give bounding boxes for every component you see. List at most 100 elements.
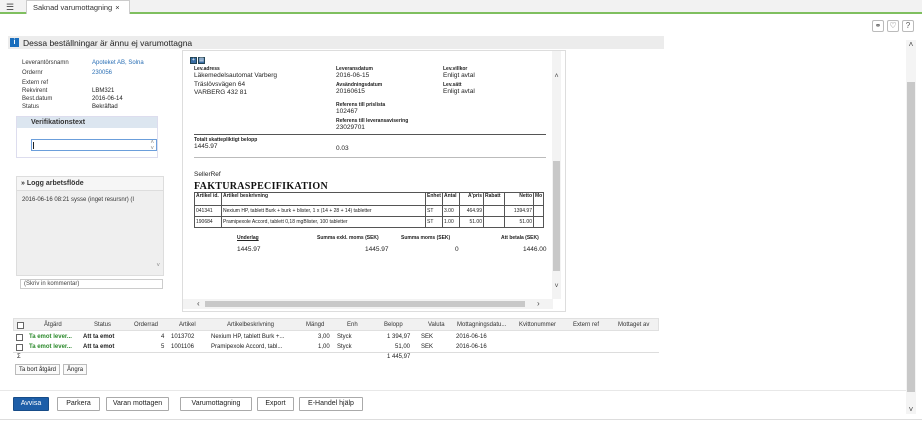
top-tab-bar [0,0,922,14]
description-cell: Pramipexole Accord, tabl... [211,344,283,350]
heart-icon[interactable]: ♡ [887,20,899,32]
cell [532,205,545,217]
grid-actions: Ta bort åtgärd Ångra [15,364,88,375]
menu-icon[interactable]: ☰ [6,2,18,12]
col-header[interactable]: Mottaget av [618,322,649,328]
goods-received-button[interactable]: Varan mottagen [106,397,169,411]
divider [194,134,546,135]
undo-button[interactable]: Ångra [63,364,88,375]
field-label: Leverantörsnamn [22,60,69,66]
description-cell: Nexium HP, tablett Burk +... [211,334,285,340]
scroll-right-icon[interactable]: › [537,299,540,308]
action-link[interactable]: Ta emot lever... [29,344,72,350]
row-checkbox[interactable] [16,334,23,341]
orderrad-cell: 5 [161,344,165,350]
orderrad-cell: 4 [161,334,165,340]
goods-receipt-button[interactable]: Varumottagning [180,397,252,411]
artikel-cell: 1013702 [171,334,195,340]
select-all-checkbox[interactable] [17,322,24,329]
remove-action-button[interactable]: Ta bort åtgärd [15,364,61,375]
address-line: Träslövsvägen 64 [194,81,246,88]
sellerref: SellerRef [194,171,221,178]
cell: 51.00 [504,216,534,228]
scroll-up-icon[interactable]: ˄ [906,40,916,49]
ref-prislista-value: 102467 [336,108,358,115]
workflow-log-title[interactable]: » Logg arbetsflöde [17,177,163,191]
verification-section: Verifikationstext ˄ ˅ [16,116,158,158]
col-header[interactable]: Valuta [428,322,445,328]
row-checkbox[interactable] [16,344,23,351]
quantity-cell: 1,00 [318,344,330,350]
action-link[interactable]: Ta emot lever... [29,334,72,340]
spinner-icon[interactable]: ˄ ˅ [150,140,154,152]
col-header[interactable]: Enh [347,322,358,328]
verification-input[interactable]: ˄ ˅ [31,139,157,152]
status-value: Bekräftad [92,104,118,110]
comment-input[interactable]: (Skriv in kommentar) [20,279,163,289]
col-header[interactable]: Extern ref [573,322,599,328]
supplier-link[interactable]: Apoteket AB, Solna [92,60,144,66]
sum-icon: Σ [17,354,21,360]
field-label: Ordernr [22,70,43,76]
order-number-link[interactable]: 230056 [92,70,112,76]
scrollbar-thumb[interactable] [553,161,560,271]
scroll-up-icon[interactable]: ˄ [552,73,561,80]
export-button[interactable]: Export [257,397,294,411]
col-header: Rabatt [483,192,505,206]
status-cell: Att ta emot [83,334,115,340]
ehandel-help-button[interactable]: E-Handel hjälp [299,397,363,411]
col-header[interactable]: Mottagningsdatu... [457,322,506,328]
info-icon: i [10,38,19,47]
summary-value: 1445.97 [365,246,389,253]
field-label: Status [22,104,40,110]
notice-text: Dessa beställningar är ännu ej varumotta… [23,37,193,48]
tab-saknad-varumottagning[interactable]: Saknad varumottagning × [26,0,130,14]
levsatt-value: Enligt avtal [443,88,475,95]
link-icon[interactable]: ⚭ [872,20,884,32]
cell: 190684 [194,216,222,228]
col-header[interactable]: Kvittonummer [519,322,556,328]
col-header[interactable]: Status [94,322,111,328]
cell: ST [425,205,443,217]
cell [483,205,505,217]
summary-value: 1445.97 [237,246,261,253]
scroll-down-icon[interactable]: ˅ [552,283,561,290]
close-icon[interactable]: × [115,3,119,12]
scrollbar-thumb[interactable] [205,301,525,307]
col-header: A'pris [459,192,484,206]
col-header: Artikel beskrivning [221,192,426,206]
expand-icon[interactable]: + [190,57,197,64]
col-header[interactable]: Orderrad [134,322,158,328]
scrollbar-thumb[interactable] [907,82,915,392]
scroll-left-icon[interactable]: ‹ [197,299,200,308]
currency-cell: SEK [421,344,434,350]
field-label: Best.datum [22,96,53,102]
log-entry: 2016-06-16 08:21 sysse (inget resursnr) … [22,197,135,203]
summary-value: 1446.00 [523,246,547,253]
reject-button[interactable]: Avvisa [13,397,49,411]
document-vertical-scrollbar[interactable]: ˄ ˅ [552,51,561,299]
invoice-row: 190684 Pramipexole Accord, tablett 0,18 … [194,216,545,228]
document-toolbar: + ▤ [190,57,205,64]
grid-header: Åtgärd Status Orderrad Artikel Artikelbe… [13,318,659,331]
summary-value: 0 [455,246,459,253]
leveransdatum-value: 2016-06-15 [336,72,370,79]
table-row[interactable]: Ta emot lever... Att ta emot 5 1001106 P… [13,343,659,352]
col-header[interactable]: Mängd [306,322,324,328]
col-header[interactable]: Belopp [384,322,403,328]
document-horizontal-scrollbar[interactable]: ‹ › [183,299,553,309]
unit-cell: Styck [337,344,352,350]
col-header[interactable]: Artikel [179,322,196,328]
sum-row: Σ 1 445,97 [13,352,659,361]
page-scrollbar[interactable]: ˄ ˅ [906,40,916,414]
log-scroll-icon[interactable]: ˅ [156,263,160,269]
col-header[interactable]: Åtgärd [44,322,62,328]
help-icon[interactable]: ? [902,20,914,32]
invoice-document-viewer: + ▤ Lev.adress Läkemedelsautomat Varberg… [182,50,566,312]
park-button[interactable]: Parkera [57,397,100,411]
col-header[interactable]: Artikelbeskrivning [227,322,274,328]
print-icon[interactable]: ▤ [198,57,205,64]
amount-cell: 1 394,97 [387,334,411,340]
table-row[interactable]: Ta emot lever... Att ta emot 4 1013702 N… [13,333,659,342]
scroll-down-icon[interactable]: ˅ [906,405,916,414]
